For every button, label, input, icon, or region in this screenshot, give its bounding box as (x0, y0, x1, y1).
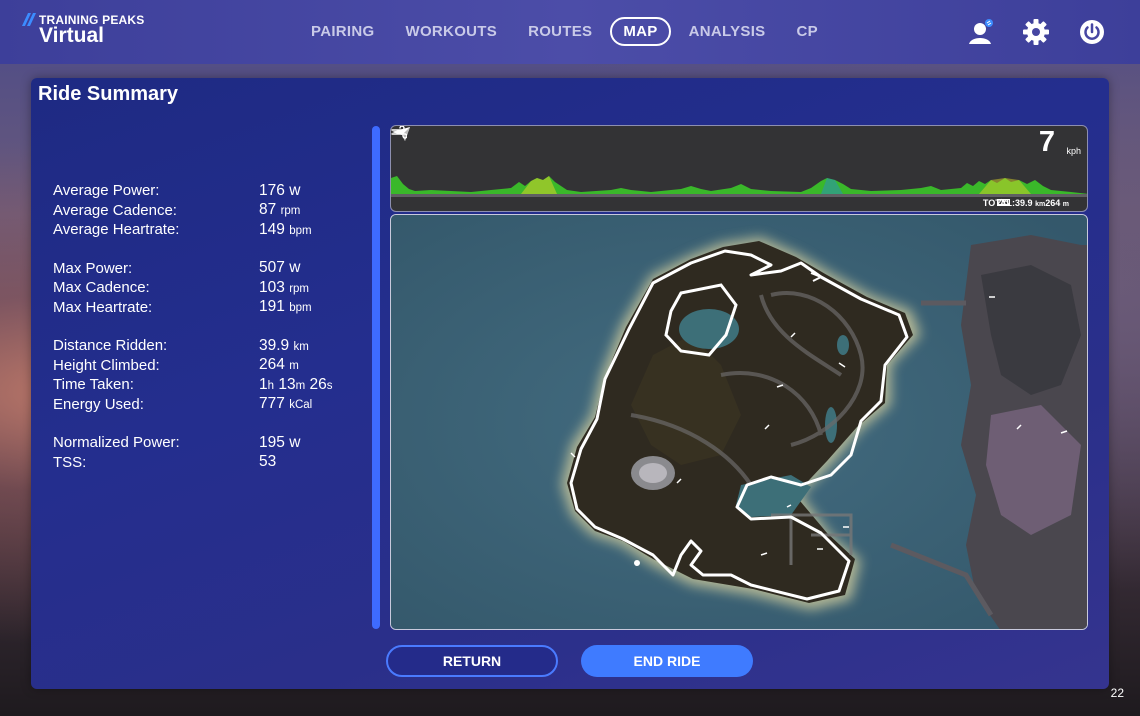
stat-average-cadence: Average Cadence: 87 rpm (53, 201, 333, 221)
main-nav: PAIRING WORKOUTS ROUTES MAP ANALYSIS CP (296, 17, 849, 46)
stat-label: Distance Ridden: (53, 337, 168, 355)
stat-max-power: Max Power: 507 w (53, 259, 333, 279)
power-icon[interactable] (1078, 18, 1106, 46)
stat-label: TSS: (53, 453, 87, 471)
stat-time-taken: Time Taken: 1h 13m 26s (53, 375, 333, 395)
scrollbar[interactable] (372, 126, 380, 629)
stat-value: 53 (259, 453, 277, 471)
stat-max-cadence: Max Cadence: 103 rpm (53, 278, 333, 298)
stat-value: 264 m (259, 356, 299, 374)
stat-label: Average Cadence: (53, 201, 177, 219)
total-distance: 39.9 km (1015, 198, 1046, 208)
nav-routes[interactable]: ROUTES (528, 18, 592, 45)
stat-height-climbed: Height Climbed: 264 m (53, 356, 333, 376)
stat-value: 39.9 km (259, 336, 309, 354)
top-navigation-bar: TRAINING PEAKS Virtual PAIRING WORKOUTS … (0, 0, 1140, 64)
mountain-icon (996, 198, 1010, 206)
stat-distance-ridden: Distance Ridden: 39.9 km (53, 336, 333, 356)
stat-label: Max Heartrate: (53, 298, 153, 316)
stat-value: 195 w (259, 433, 301, 451)
stat-value: 87 rpm (259, 201, 301, 219)
stat-value: 149 bpm (259, 220, 312, 238)
end-ride-button[interactable]: END RIDE (581, 645, 753, 677)
stat-value: 176 w (259, 181, 301, 199)
page-number: 22 (1110, 686, 1124, 700)
wind-icon (391, 126, 407, 139)
trainingpeaks-virtual-logo: TRAINING PEAKS Virtual (21, 13, 144, 47)
ride-stats: Average Power: 176 w Average Cadence: 87… (53, 181, 333, 472)
total-climb: 264 m (1045, 198, 1069, 208)
stat-value: 1h 13m 26s (259, 375, 333, 393)
route-map[interactable] (390, 214, 1088, 630)
elevation-profile: 7 kph TOTAL: 39.9 km 264 m (390, 125, 1088, 212)
stat-label: Normalized Power: (53, 434, 180, 452)
nav-analysis[interactable]: ANALYSIS (689, 18, 766, 45)
stat-label: Average Power: (53, 182, 160, 200)
stat-tss: TSS: 53 (53, 453, 333, 473)
logo-mark-icon (21, 13, 37, 26)
stat-max-heartrate: Max Heartrate: 191 bpm (53, 298, 333, 318)
user-profile-icon[interactable] (968, 18, 996, 46)
stat-value: 777 kCal (259, 395, 313, 413)
stat-label: Time Taken: (53, 376, 134, 394)
nav-cp[interactable]: CP (796, 18, 817, 45)
stat-label: Height Climbed: (53, 356, 160, 374)
speed-unit: kph (1066, 146, 1081, 156)
stat-label: Average Heartrate: (53, 221, 180, 239)
nav-pairing[interactable]: PAIRING (311, 18, 375, 45)
return-button[interactable]: RETURN (386, 645, 558, 677)
map-canvas (391, 215, 1087, 629)
stat-value: 103 rpm (259, 278, 309, 296)
page-title: Ride Summary (38, 83, 179, 105)
stat-value: 507 w (259, 259, 301, 277)
stat-label: Energy Used: (53, 395, 144, 413)
stat-label: Max Power: (53, 259, 133, 277)
nav-map[interactable]: MAP (610, 17, 671, 46)
stat-average-heartrate: Average Heartrate: 149 bpm (53, 220, 333, 240)
stat-normalized-power: Normalized Power: 195 w (53, 433, 333, 453)
stat-energy-used: Energy Used: 777 kCal (53, 395, 333, 415)
speed-value: 7 (1038, 126, 1055, 158)
logo-bottom-text: Virtual (39, 24, 104, 47)
stat-label: Max Cadence: (53, 279, 150, 297)
stat-average-power: Average Power: 176 w (53, 181, 333, 201)
nav-workouts[interactable]: WORKOUTS (406, 18, 498, 45)
gear-icon[interactable] (1022, 18, 1050, 46)
route-totals: TOTAL: 39.9 km 264 m (983, 198, 1069, 208)
ride-summary-panel: Ride Summary Average Power: 176 w Averag… (31, 78, 1109, 689)
stat-value: 191 bpm (259, 298, 312, 316)
